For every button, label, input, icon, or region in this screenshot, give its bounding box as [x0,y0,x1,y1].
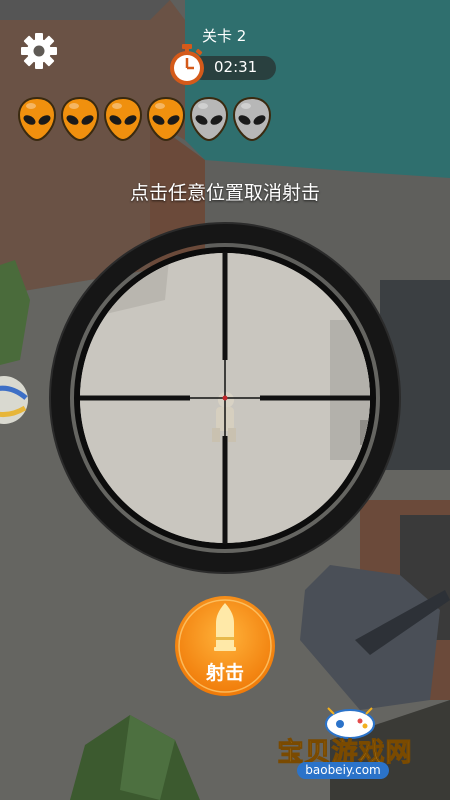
settings-button[interactable] [16,28,62,74]
timer-value: 02:31 [214,58,258,76]
alien-head-icon-inactive [189,96,229,142]
cancel-shot-hint: 点击任意位置取消射击 [129,182,320,204]
fire-button[interactable] [174,595,276,697]
alien-head-icon-active [17,96,57,142]
alien-head-icon-active [103,96,143,142]
level-label: 关卡 2 [202,27,247,45]
alien-head-icon-active [60,96,100,142]
alien-head-icon-inactive [232,96,272,142]
game-scene[interactable]: 关卡 2 02:31 点击任意位置取消射击 射击 宝贝游戏网 baobeiy.c… [0,0,450,800]
gear-icon [21,33,57,69]
alien-head-icon-active [146,96,186,142]
stopwatch-icon [170,44,204,85]
bullet-icon [214,603,236,651]
watermark-url: baobeiy.com [297,762,389,779]
